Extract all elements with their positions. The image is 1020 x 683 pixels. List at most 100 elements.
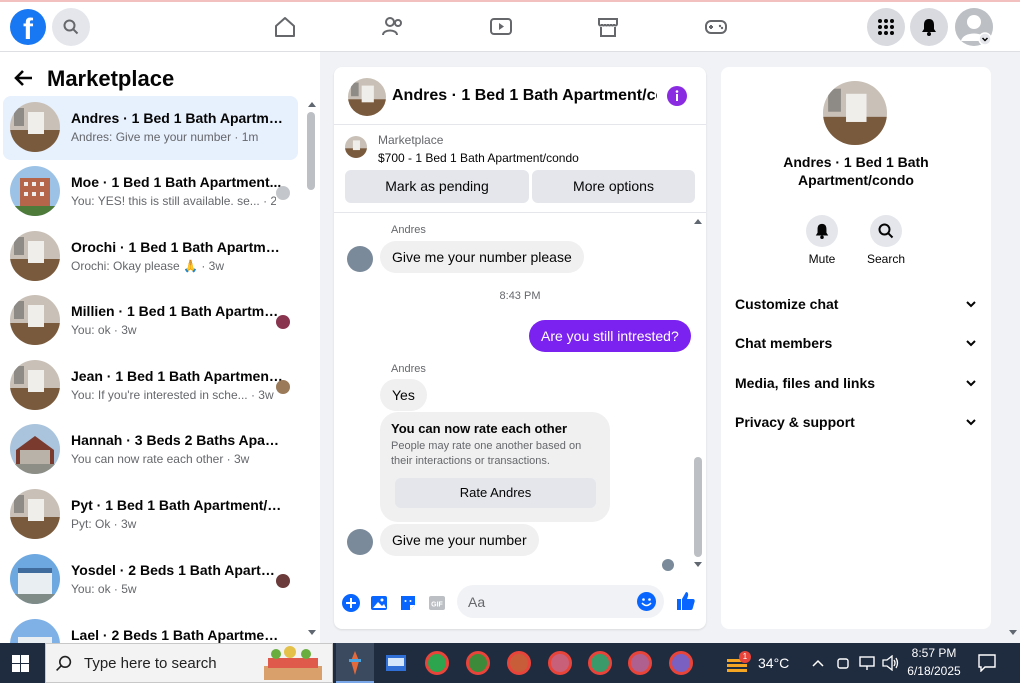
scroll-down-arrow-icon[interactable] [693,561,703,569]
search-conversation-button[interactable] [870,215,902,247]
chrome-profile-icon[interactable] [669,651,693,675]
sender-avatar [347,529,373,555]
clock-time[interactable]: 8:57 PM [908,646,960,660]
grid-menu-icon [878,19,894,35]
home-icon[interactable] [273,15,297,39]
facebook-logo[interactable]: f [10,9,46,45]
clock-date[interactable]: 6/18/2025 [906,664,962,678]
product-thumbnail [345,136,367,158]
more-options-button[interactable]: More options [532,170,695,203]
conversation-item[interactable]: Jean · 1 Bed 1 Bath Apartment... You: If… [3,354,298,418]
search-button[interactable] [52,8,90,46]
chevron-up-icon[interactable] [812,659,824,667]
listing-thumbnail [10,295,60,345]
meet-icon[interactable] [836,655,850,671]
windows-start-icon[interactable] [12,655,29,672]
privacy-support-section[interactable]: Privacy & support [735,414,980,434]
search-highlight-icon [264,646,322,680]
notification-center-icon[interactable] [978,654,996,672]
page-scroll-down-icon[interactable] [1008,629,1018,637]
chat-avatar[interactable] [348,78,386,116]
chevron-down-icon [966,301,976,308]
bell-icon [815,223,829,239]
conversation-item[interactable]: Pyt · 1 Bed 1 Bath Apartment/co... Pyt: … [3,483,298,547]
listing-thumbnail [10,231,60,281]
marketplace-icon[interactable] [596,15,620,39]
temperature[interactable]: 34°C [758,655,789,671]
taskbar-app-active[interactable] [336,643,374,683]
chrome-profile-icon[interactable] [548,651,572,675]
sender-name: Andres [391,224,426,236]
sender-avatar [347,246,373,272]
conversation-item[interactable]: Andres · 1 Bed 1 Bath Apartment... Andre… [3,96,298,160]
plus-icon[interactable] [342,594,360,612]
scroll-up-arrow-icon[interactable] [307,100,317,108]
chrome-profile-icon[interactable] [588,651,612,675]
rate-button[interactable]: Rate Andres [395,478,596,508]
my-message-bubble[interactable]: Are you still intrested? [529,320,691,352]
conversation-item[interactable]: Yosdel · 2 Beds 1 Bath Apartm... You: ok… [3,548,298,612]
customize-chat-section[interactable]: Customize chat [735,296,980,316]
gaming-icon[interactable] [704,15,728,39]
listing-thumbnail [10,166,60,216]
volume-icon[interactable] [882,655,900,671]
chat-scrollbar[interactable] [694,457,702,557]
listing-thumbnail [10,360,60,410]
product-title[interactable]: $700 - 1 Bed 1 Bath Apartment/condo [378,151,579,165]
photo-icon[interactable] [370,594,388,612]
chevron-down-icon [966,380,976,387]
mute-button[interactable] [806,215,838,247]
sticker-icon[interactable] [399,594,417,612]
chat-members-section[interactable]: Chat members [735,335,980,355]
conversation-name: Yosdel · 2 Beds 1 Bath Apartm... [71,562,283,578]
taskbar-search-placeholder: Type here to search [84,655,217,672]
message-input[interactable]: Aa [457,585,664,618]
conversation-preview: Andres: Give me your number · 1m [71,130,259,144]
friends-icon[interactable] [381,15,405,39]
message-input-placeholder: Aa [468,594,486,610]
conversation-preview: You: ok · 5w [71,582,137,596]
conversation-item[interactable]: Orochi · 1 Bed 1 Bath Apartment... Oroch… [3,225,298,289]
chat-title[interactable]: Andres · 1 Bed 1 Bath Apartment/co... [392,87,657,105]
menu-button[interactable] [867,8,905,46]
profile-avatar[interactable] [955,8,993,46]
message-bubble[interactable]: Yes [380,379,427,411]
message-timestamp: 8:43 PM [499,290,541,302]
conversation-item[interactable]: Lael · 2 Beds 1 Bath Apartment/... [3,613,298,643]
rating-card-title: You can now rate each other [391,421,568,436]
gif-icon[interactable]: GIF [428,594,446,612]
video-icon[interactable] [489,15,513,39]
media-files-links-section[interactable]: Media, files and links [735,375,980,395]
conversation-item[interactable]: Moe · 1 Bed 1 Bath Apartment... You: YES… [3,160,298,224]
search-icon [878,223,894,239]
conversation-item[interactable]: Millien · 1 Bed 1 Bath Apartme... You: o… [3,289,298,353]
top-navigation-bar: f [0,0,1020,52]
file-explorer-icon[interactable] [384,651,408,675]
message-bubble[interactable]: Give me your number [380,524,539,556]
scroll-up-arrow-icon[interactable] [693,217,703,225]
search-icon [63,19,79,35]
conversation-item[interactable]: Hannah · 3 Beds 2 Baths Apart... You can… [3,418,298,482]
like-icon[interactable] [676,591,696,611]
sidebar-scrollbar[interactable] [307,112,315,190]
scroll-down-arrow-icon[interactable] [307,629,317,637]
info-icon[interactable] [667,86,687,106]
chrome-profile-icon[interactable] [425,651,449,675]
sender-name: Andres [391,363,426,375]
emoji-icon[interactable] [637,592,656,611]
details-avatar [823,81,887,145]
message-bubble[interactable]: Give me your number please [380,241,584,273]
chrome-profile-icon[interactable] [507,651,531,675]
taskbar-search-box[interactable]: Type here to search [45,643,333,683]
notifications-button[interactable] [910,8,948,46]
chrome-profile-icon[interactable] [628,651,652,675]
mark-as-pending-button[interactable]: Mark as pending [345,170,529,203]
chrome-profile-icon[interactable] [466,651,490,675]
network-icon[interactable] [859,655,875,671]
mute-label: Mute [808,252,836,266]
back-arrow-icon[interactable] [14,68,34,88]
listing-thumbnail [10,619,60,643]
read-receipt-avatar [276,315,290,329]
conversation-preview: You can now rate each other · 3w [71,452,250,466]
read-receipt-avatar [276,380,290,394]
